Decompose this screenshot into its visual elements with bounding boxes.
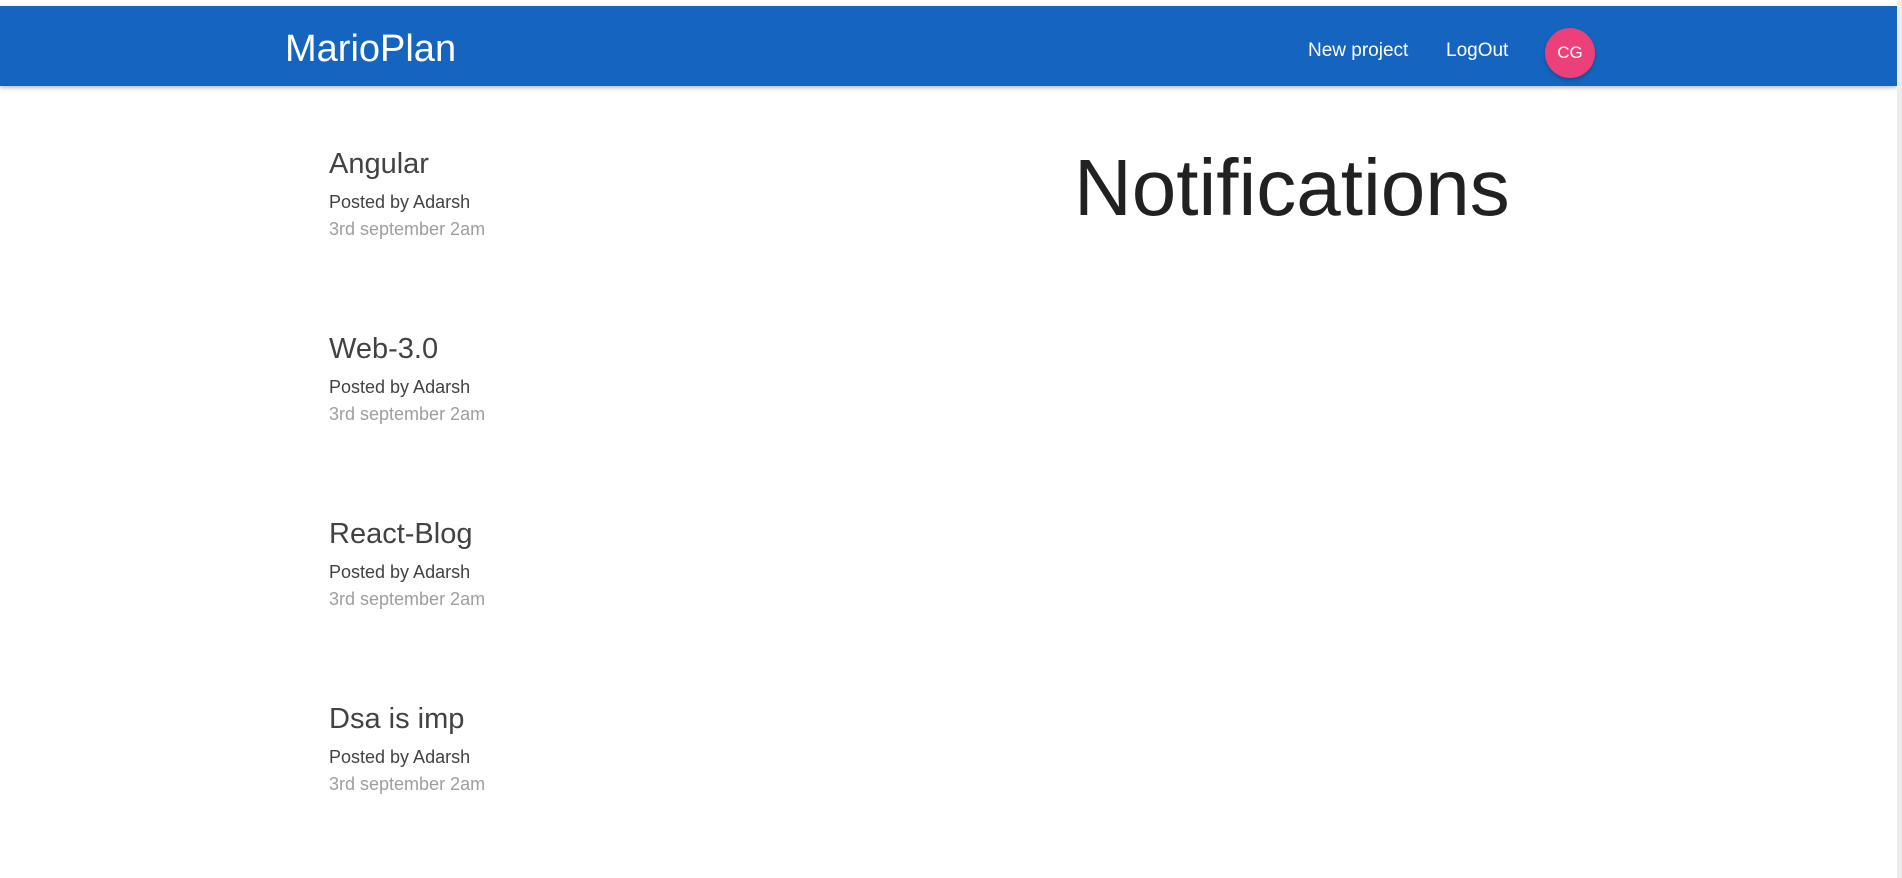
navbar: MarioPlan New project LogOut CG (0, 6, 1897, 86)
project-title: React-Blog (329, 518, 473, 550)
project-author: Posted by Adarsh (329, 562, 471, 582)
project-date: 3rd september 2am (329, 219, 486, 239)
project-author: Posted by Adarsh (329, 377, 471, 397)
project-author: Posted by Adarsh (329, 747, 471, 767)
project-author: Posted by Adarsh (329, 192, 471, 212)
user-avatar[interactable]: CG (1545, 28, 1595, 78)
project-title: Dsa is imp (329, 703, 465, 735)
project-title: Web-3.0 (329, 333, 439, 365)
project-date: 3rd september 2am (329, 404, 486, 424)
new-project-link[interactable]: New project (1308, 39, 1408, 63)
notifications-heading: Notifications (1074, 143, 1510, 232)
project-card-web3[interactable]: Web-3.0 Posted by Adarsh 3rd september 2… (329, 331, 829, 516)
project-card-react-blog[interactable]: React-Blog Posted by Adarsh 3rd septembe… (329, 516, 829, 701)
project-title: Angular (329, 148, 429, 180)
project-date: 3rd september 2am (329, 774, 486, 794)
project-card-dsa[interactable]: Dsa is imp Posted by Adarsh 3rd septembe… (329, 701, 829, 878)
window-edge (1897, 0, 1902, 878)
brand-logo[interactable]: MarioPlan (285, 26, 456, 72)
project-date: 3rd september 2am (329, 589, 486, 609)
logout-link[interactable]: LogOut (1446, 39, 1508, 63)
project-card-angular[interactable]: Angular Posted by Adarsh 3rd september 2… (329, 146, 829, 331)
page: MarioPlan New project LogOut CG Angular … (0, 0, 1902, 878)
project-list: Angular Posted by Adarsh 3rd september 2… (329, 146, 829, 878)
